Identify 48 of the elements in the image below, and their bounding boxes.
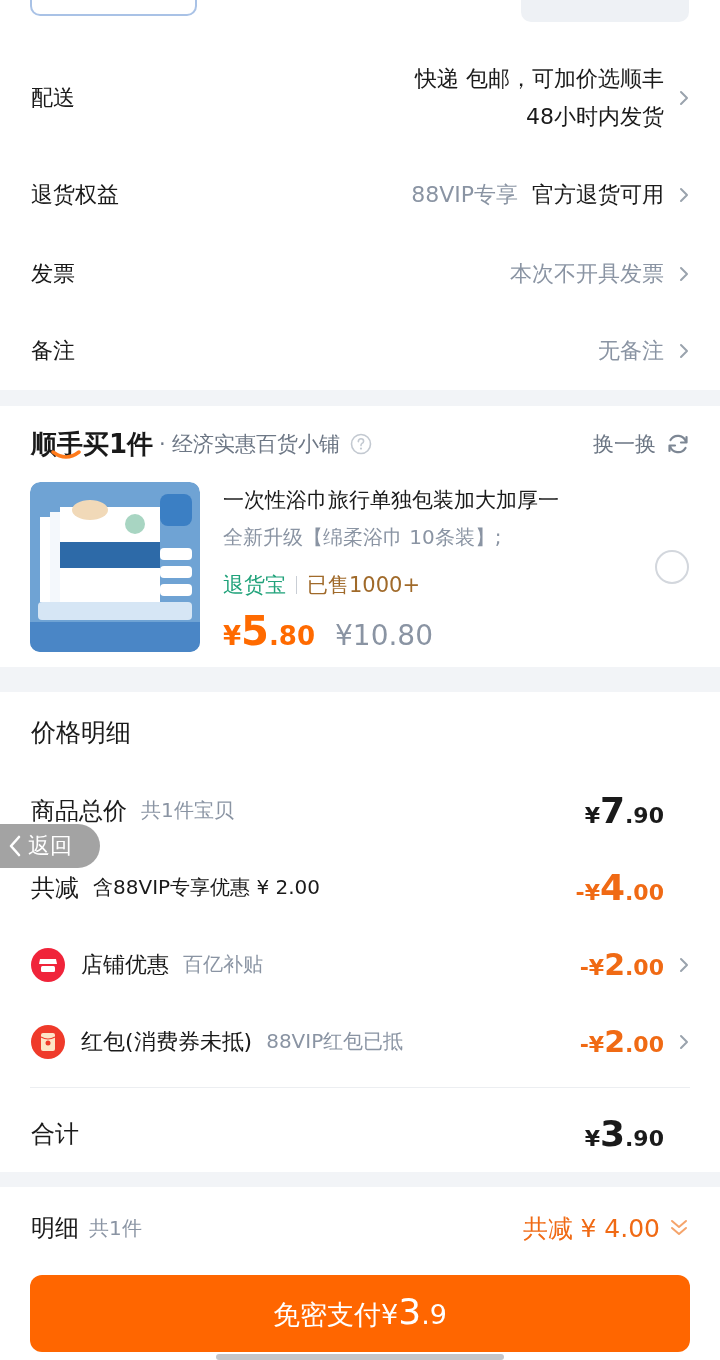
chevron-right-icon bbox=[678, 341, 690, 361]
amount: -¥4.00 bbox=[575, 867, 664, 908]
info-row[interactable]: 发票 本次不开具发票 bbox=[0, 235, 720, 312]
item-count: 共1件 bbox=[89, 1214, 142, 1242]
amount: ¥7.90 bbox=[584, 790, 664, 831]
info-value: 48小时内发货 bbox=[526, 102, 664, 131]
info-label: 退货权益 bbox=[31, 181, 119, 209]
amount: -¥2.00 bbox=[579, 1024, 664, 1059]
row-label: 红包(消费券未抵) bbox=[81, 1027, 253, 1056]
product-spec: 全新升级【绵柔浴巾 10条装】; bbox=[223, 524, 503, 551]
row-note: 含88VIP专享优惠 ¥ 2.00 bbox=[93, 874, 321, 901]
sale-price: ¥5.80 bbox=[223, 608, 315, 654]
info-value: 快递 包邮，可加价选顺丰 bbox=[415, 64, 664, 93]
info-value: 本次不开具发票 bbox=[510, 259, 664, 288]
amount: -¥2.00 bbox=[579, 947, 664, 982]
info-label: 备注 bbox=[31, 337, 75, 365]
section-title: 价格明细 bbox=[30, 717, 132, 749]
addon-logo: 顺手买1件 bbox=[31, 428, 154, 461]
envelope-icon bbox=[31, 1024, 65, 1059]
chevron-left-icon bbox=[8, 834, 22, 858]
guarantee-tag: 退货宝 bbox=[223, 571, 286, 599]
row-label: 店铺优惠 bbox=[81, 950, 169, 979]
row-note: 88VIP红包已抵 bbox=[266, 1028, 404, 1055]
row-note: 百亿补贴 bbox=[183, 951, 263, 978]
summary-label: 明细 bbox=[31, 1213, 79, 1244]
info-label: 发票 bbox=[31, 259, 75, 288]
refresh-icon bbox=[666, 432, 690, 456]
shop-icon bbox=[31, 947, 65, 982]
info-row[interactable]: 备注 无备注 bbox=[0, 312, 720, 390]
info-label: 配送 bbox=[31, 83, 75, 112]
info-value: 无备注 bbox=[598, 337, 664, 365]
row-note: 共1件宝贝 bbox=[141, 797, 234, 824]
sold-count: 已售1000+ bbox=[307, 572, 421, 599]
chevron-right-icon bbox=[678, 185, 690, 205]
switch-button[interactable]: 换一换 bbox=[593, 430, 690, 458]
info-row[interactable]: 配送 快递 包邮，可加价选顺丰 48小时内发货 bbox=[0, 40, 720, 155]
info-row[interactable]: 退货权益 88VIP专享 官方退货可用 bbox=[0, 155, 720, 235]
shop-name: · 经济实惠百货小铺 bbox=[159, 431, 341, 458]
info-value: 官方退货可用 bbox=[532, 181, 664, 209]
row-label: 合计 bbox=[31, 1118, 80, 1150]
product-title: 一次性浴巾旅行单独包装加大加厚一 bbox=[223, 487, 560, 514]
row-label: 共减 bbox=[31, 872, 79, 904]
row-label: 商品总价 bbox=[31, 795, 127, 827]
help-icon[interactable] bbox=[350, 433, 373, 455]
info-value: 88VIP专享 bbox=[411, 181, 518, 209]
original-price: ¥10.80 bbox=[335, 619, 433, 652]
total-amount: ¥3.90 bbox=[584, 1113, 664, 1154]
select-radio[interactable] bbox=[655, 550, 689, 584]
